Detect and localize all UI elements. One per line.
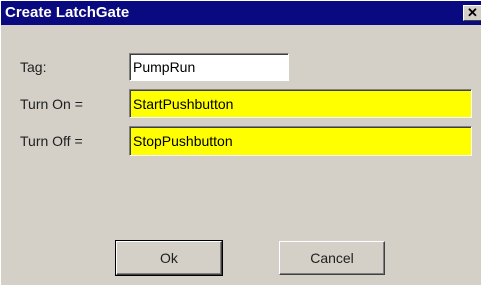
title-bar[interactable]: Create LatchGate ✕ <box>1 1 481 25</box>
tag-label: Tag: <box>20 59 47 75</box>
turn-off-input[interactable] <box>129 126 472 156</box>
window-title: Create LatchGate <box>5 4 130 21</box>
ok-button[interactable]: Ok <box>115 240 223 276</box>
tag-input[interactable] <box>129 53 289 81</box>
create-latchgate-dialog: Create LatchGate ✕ Tag: Turn On = Turn O… <box>0 0 481 285</box>
close-icon: ✕ <box>467 5 478 20</box>
turn-on-label: Turn On = <box>20 96 83 112</box>
close-button[interactable]: ✕ <box>463 5 481 21</box>
turn-off-label: Turn Off = <box>20 133 83 149</box>
turn-on-input[interactable] <box>129 89 472 118</box>
cancel-button[interactable]: Cancel <box>279 241 385 275</box>
